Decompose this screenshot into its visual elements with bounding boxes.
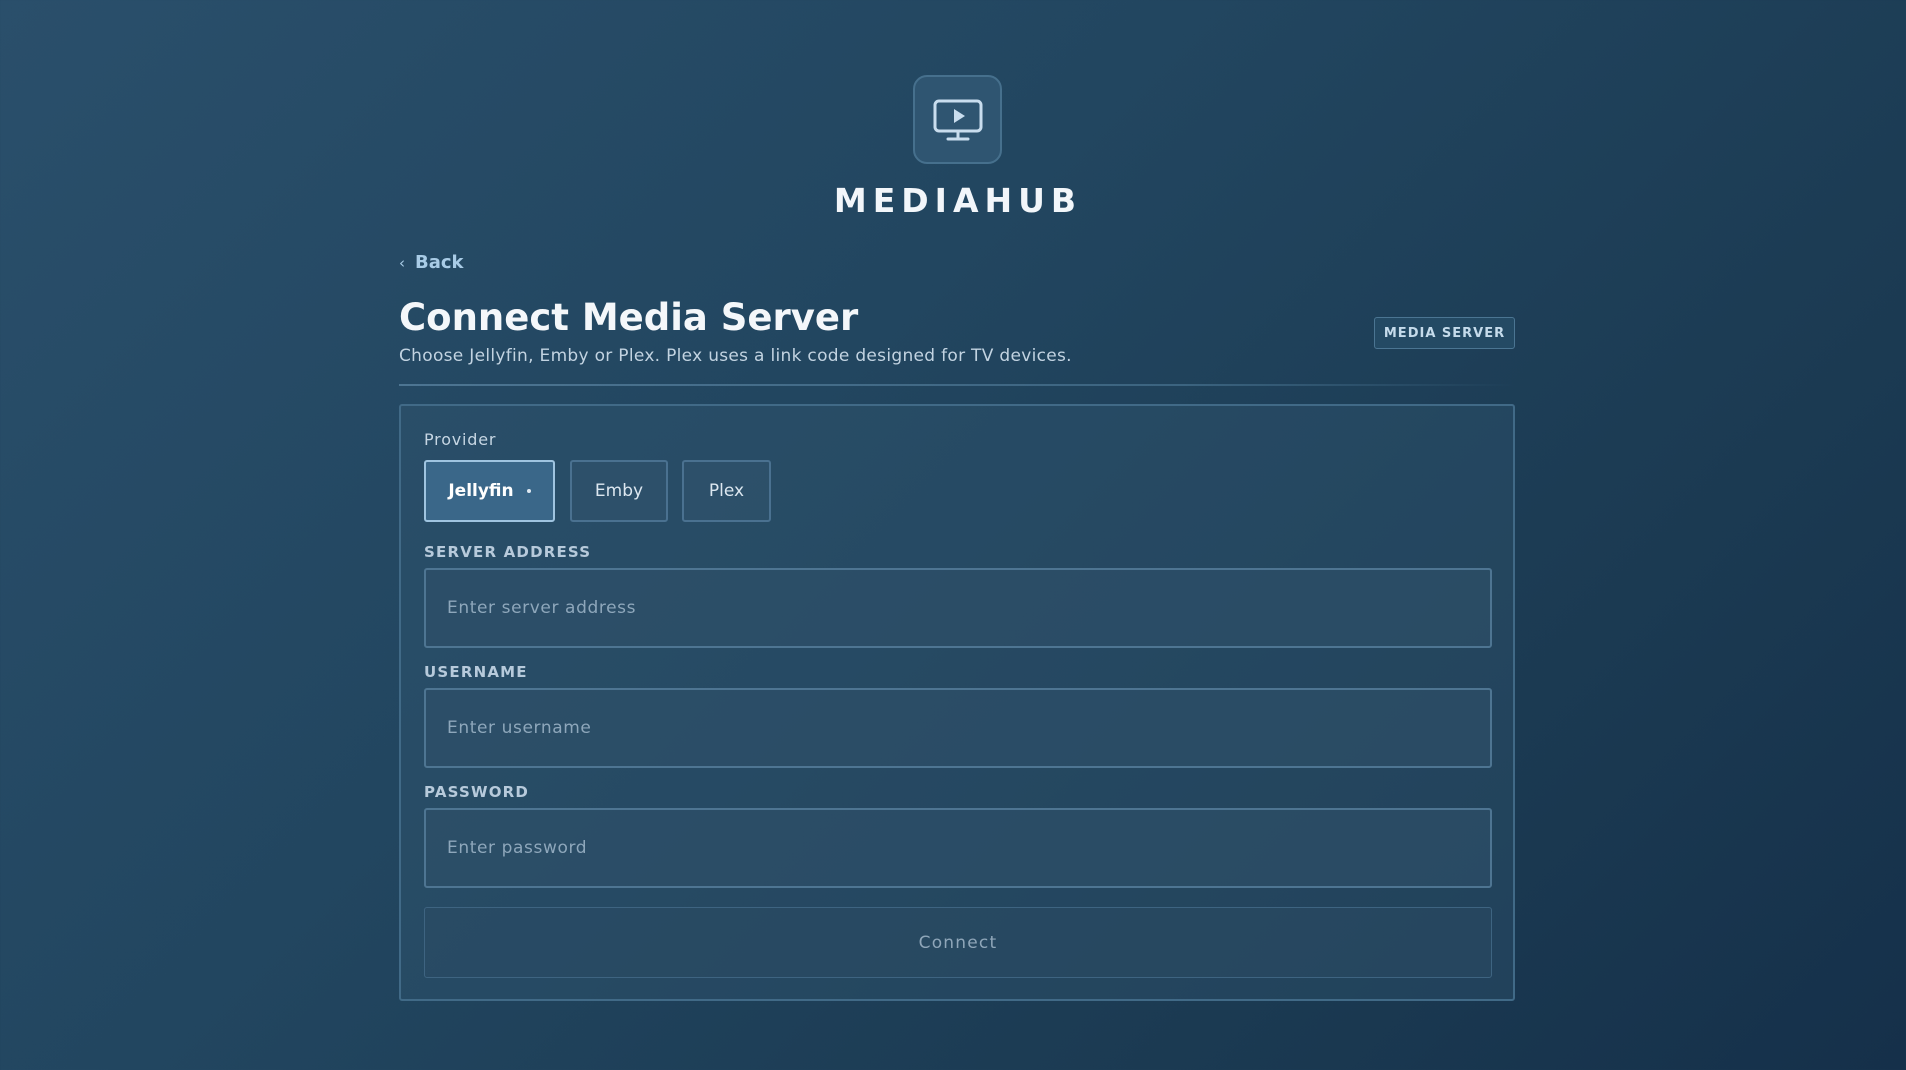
header-divider [399, 384, 1515, 386]
app-brand-name: MEDIAHUB [833, 181, 1083, 220]
username-input[interactable] [424, 688, 1492, 768]
server-address-label: SERVER ADDRESS [424, 543, 592, 561]
provider-option-label: Plex [708, 481, 745, 501]
media-server-badge: MEDIA SERVER [1374, 317, 1515, 349]
page-title: Connect Media Server [399, 296, 859, 339]
back-link[interactable]: ‹ Back [399, 252, 464, 273]
connect-button[interactable]: Connect [424, 907, 1492, 978]
connect-media-server-screen: MEDIAHUB ‹ Back Connect Media Server Cho… [0, 0, 1906, 1070]
selected-dot-icon [526, 489, 531, 493]
connect-form: Provider Jellyfin Emby Plex SERVER ADDRE… [399, 404, 1515, 1001]
page-subtitle: Choose Jellyfin, Emby or Plex. Plex uses… [399, 346, 1072, 366]
password-input[interactable] [424, 808, 1492, 888]
provider-option-emby[interactable]: Emby [570, 460, 668, 522]
username-label: USERNAME [424, 663, 528, 681]
chevron-left-icon: ‹ [399, 253, 405, 272]
provider-option-plex[interactable]: Plex [682, 460, 771, 522]
provider-label: Provider [424, 430, 497, 449]
provider-option-jellyfin[interactable]: Jellyfin [424, 460, 555, 522]
provider-option-label: Jellyfin [448, 481, 514, 501]
server-address-input[interactable] [424, 568, 1492, 648]
back-link-label: Back [415, 252, 464, 273]
monitor-play-icon [933, 99, 982, 140]
provider-option-label: Emby [594, 481, 644, 501]
app-logo [913, 75, 1002, 164]
password-label: PASSWORD [424, 783, 530, 801]
